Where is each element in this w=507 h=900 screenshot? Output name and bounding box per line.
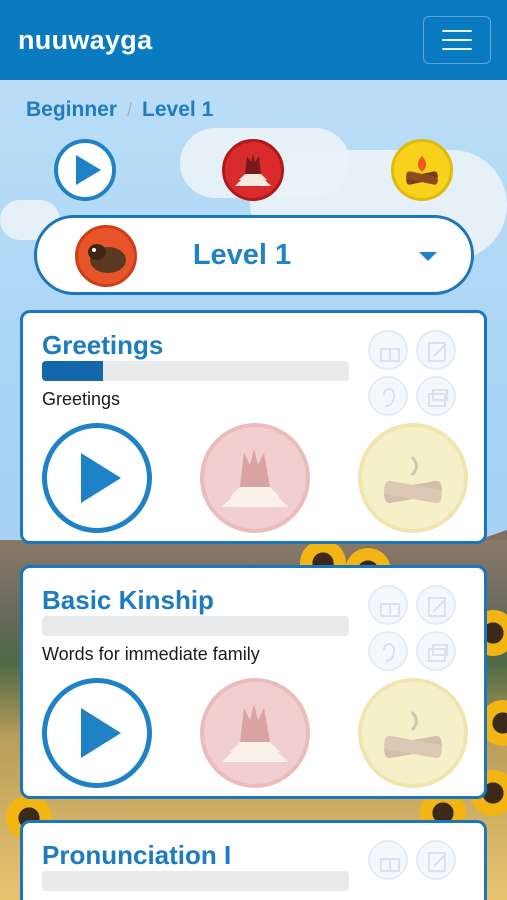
breadcrumb-separator: / [127, 99, 133, 120]
lesson-play-button[interactable] [42, 678, 152, 788]
top-navbar: nuuwayga [0, 0, 507, 80]
play-icon [81, 708, 121, 758]
lesson-play-button[interactable] [42, 423, 152, 533]
lesson-card: Greetings Greetings [20, 310, 487, 544]
play-mode-button[interactable] [54, 139, 116, 201]
play-icon [81, 453, 121, 503]
lesson-campfire-button[interactable] [358, 678, 468, 788]
lesson-dance-button[interactable] [200, 678, 310, 788]
lesson-campfire-button[interactable] [358, 423, 468, 533]
play-icon [76, 155, 101, 185]
dance-icon [235, 154, 271, 186]
lesson-card: Pronunciation I [20, 820, 487, 900]
dance-icon [222, 449, 288, 507]
level-dropdown[interactable]: Level 1 [34, 215, 474, 295]
app-title[interactable]: nuuwayga [18, 25, 152, 56]
lesson-description: Words for immediate family [42, 644, 260, 664]
lesson-progress-bar [42, 361, 349, 381]
lesson-dance-button[interactable] [200, 423, 310, 533]
breadcrumb-level[interactable]: Level 1 [142, 98, 213, 122]
cards-icon[interactable] [416, 631, 456, 671]
lesson-progress-bar [42, 871, 349, 891]
lesson-description: Greetings [42, 389, 121, 409]
listen-ear-icon[interactable] [368, 631, 408, 671]
dance-icon [222, 704, 288, 762]
edit-icon[interactable] [416, 330, 456, 370]
lesson-progress-bar [42, 616, 349, 636]
dance-mode-button[interactable] [222, 139, 284, 201]
gift-icon[interactable] [368, 840, 408, 880]
lesson-card: Basic Kinship Words for immediate family [20, 565, 487, 799]
listen-ear-icon[interactable] [368, 376, 408, 416]
edit-icon[interactable] [416, 585, 456, 625]
buffalo-icon [75, 225, 137, 287]
lesson-title: Greetings [42, 330, 164, 360]
campfire-icon [384, 455, 442, 504]
gift-icon[interactable] [368, 585, 408, 625]
lesson-title: Pronunciation I [42, 840, 232, 870]
breadcrumb-beginner[interactable]: Beginner [26, 98, 117, 122]
campfire-icon [384, 710, 442, 759]
gift-icon[interactable] [368, 330, 408, 370]
cards-icon[interactable] [416, 376, 456, 416]
edit-icon[interactable] [416, 840, 456, 880]
breadcrumb: Beginner / Level 1 [26, 98, 213, 122]
campfire-icon [406, 156, 438, 185]
hamburger-menu-icon[interactable] [423, 16, 491, 64]
lesson-title: Basic Kinship [42, 585, 214, 615]
chevron-down-icon [419, 252, 437, 261]
campfire-mode-button[interactable] [391, 139, 453, 201]
